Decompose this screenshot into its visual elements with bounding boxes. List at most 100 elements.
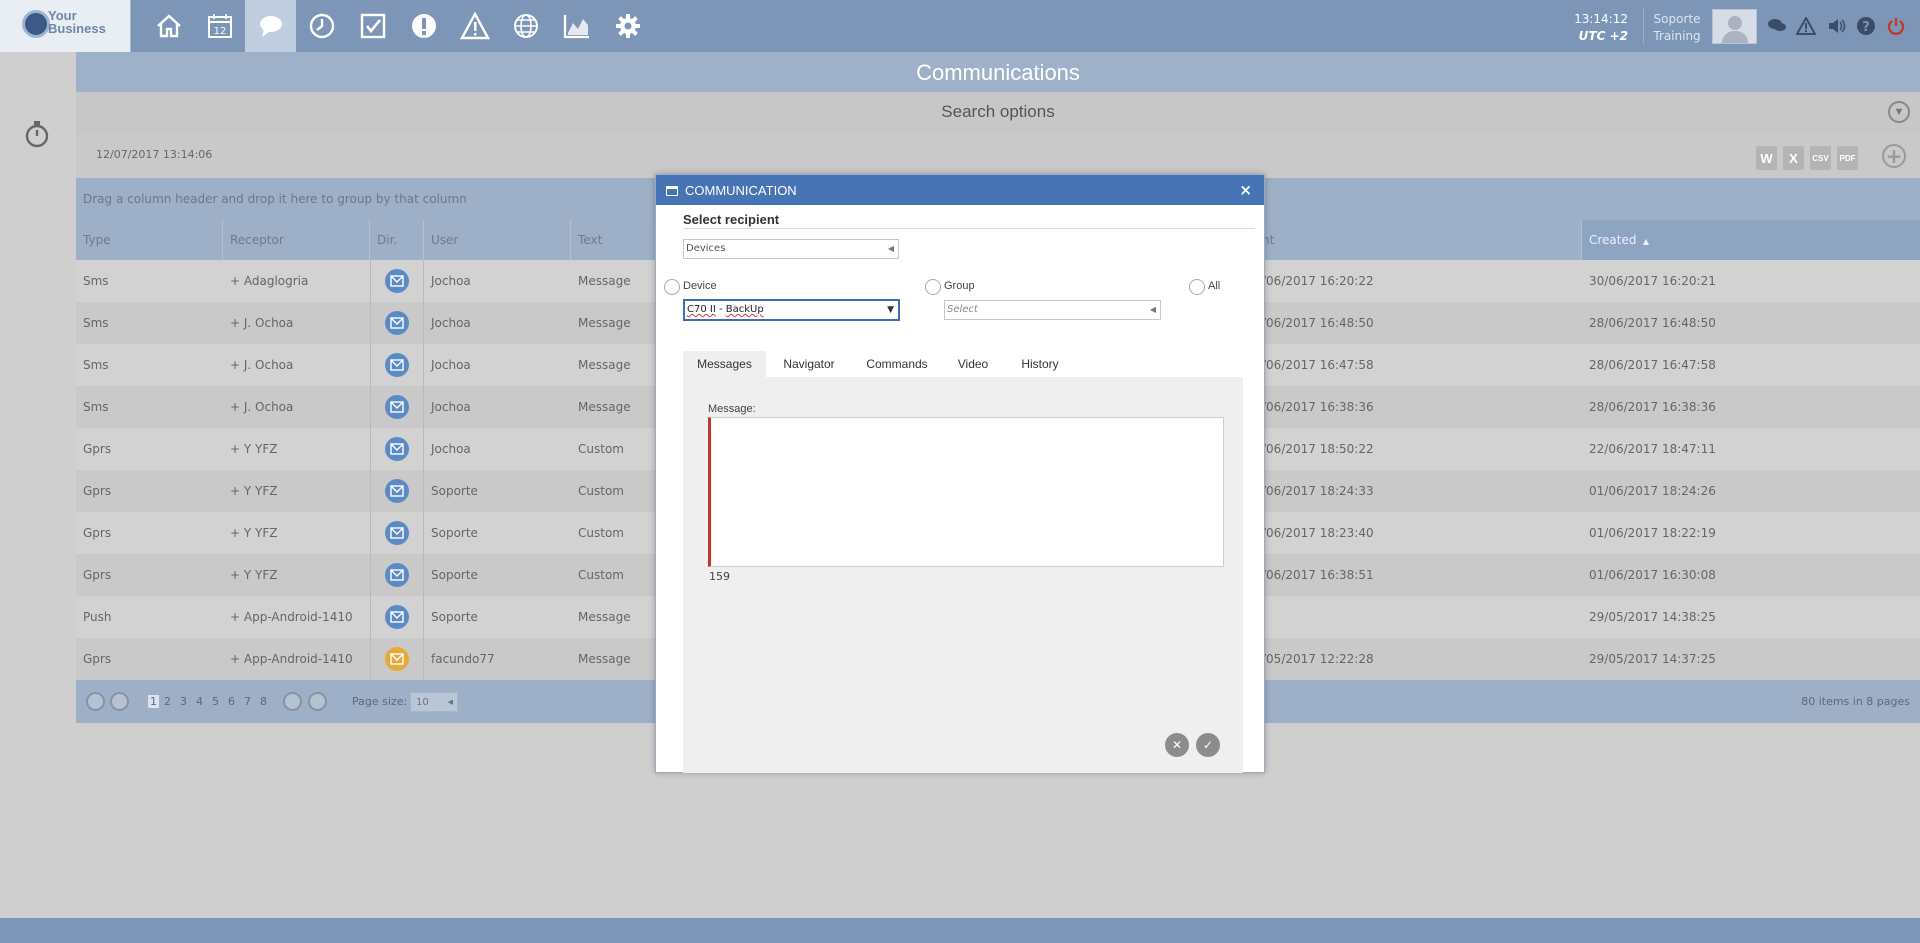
logo[interactable]: Your Business: [0, 0, 131, 52]
export-icons: W X CSV PDF: [1756, 146, 1858, 170]
group-select-placeholder: Select: [947, 304, 978, 315]
cell-dir: [370, 470, 424, 512]
warning-icon[interactable]: [1794, 14, 1818, 38]
tab-commands[interactable]: Commands: [852, 351, 942, 377]
cell-dir: [370, 596, 424, 638]
stopwatch-icon[interactable]: [24, 120, 50, 151]
divider: [683, 228, 1255, 229]
clock-icon[interactable]: [296, 0, 347, 52]
cell-receptor: + App-Android-1410: [230, 610, 353, 624]
device-radio[interactable]: [664, 279, 680, 295]
page-number[interactable]: 3: [180, 695, 187, 708]
pdf-export-icon[interactable]: PDF: [1837, 146, 1858, 170]
message-textarea[interactable]: [708, 417, 1224, 567]
envelope-icon: [385, 479, 409, 503]
globe-icon[interactable]: [500, 0, 551, 52]
page-number[interactable]: 2: [164, 695, 171, 708]
chevron-down-icon[interactable]: ▼: [1888, 101, 1910, 123]
left-rail: [0, 52, 76, 918]
word-export-icon[interactable]: W: [1756, 146, 1777, 170]
user-name-line2: Training: [1653, 29, 1701, 43]
power-icon[interactable]: [1884, 14, 1908, 38]
page-number[interactable]: 4: [196, 695, 203, 708]
dialog-title: COMMUNICATION: [685, 183, 797, 198]
device-value-part2: BackUp: [725, 304, 764, 315]
check-icon[interactable]: [347, 0, 398, 52]
page-size-value: 10: [416, 697, 429, 708]
column-header-user[interactable]: User: [424, 220, 571, 260]
page-size-label: Page size:: [352, 695, 408, 708]
page-number[interactable]: 6: [228, 695, 235, 708]
envelope-icon: [385, 605, 409, 629]
cell-created: 01/06/2017 18:24:26: [1589, 484, 1716, 498]
envelope-icon: [385, 521, 409, 545]
cell-type: Gprs: [83, 652, 112, 666]
cell-user: Soporte: [431, 568, 478, 582]
chart-icon[interactable]: [551, 0, 602, 52]
warning-icon[interactable]: [449, 0, 500, 52]
top-bar: Your Business 12 13:14:12 UTC +2 Soporte…: [0, 0, 1920, 52]
device-select[interactable]: C70 II - BackUp ▼: [683, 299, 900, 321]
confirm-button[interactable]: ✓: [1196, 733, 1220, 757]
column-header-type[interactable]: Type: [76, 220, 223, 260]
add-icon[interactable]: +: [1882, 144, 1906, 168]
close-icon[interactable]: ×: [1239, 181, 1252, 199]
avatar[interactable]: [1712, 9, 1757, 44]
chevron-down-icon: ▼: [887, 305, 894, 315]
last-page-button[interactable]: [308, 692, 327, 711]
tab-video[interactable]: Video: [942, 351, 1004, 377]
cancel-button[interactable]: ✕: [1165, 733, 1189, 757]
group-radio[interactable]: [925, 279, 941, 295]
previous-page-button[interactable]: [110, 692, 129, 711]
current-date: 12/07/2017 13:14:06: [96, 148, 213, 161]
help-icon[interactable]: ?: [1854, 14, 1878, 38]
cell-dir: [370, 386, 424, 428]
first-page-button[interactable]: [86, 692, 105, 711]
group-select[interactable]: Select ◀: [944, 300, 1161, 320]
cell-sent: /06/2017 16:38:51: [1262, 568, 1374, 582]
next-page-button[interactable]: [283, 692, 302, 711]
cell-receptor: + J. Ochoa: [230, 400, 294, 414]
recipient-type-select[interactable]: Devices ◀: [683, 239, 899, 259]
gear-icon[interactable]: [602, 0, 653, 52]
page-number[interactable]: 8: [260, 695, 267, 708]
envelope-icon: [385, 437, 409, 461]
page-number[interactable]: 5: [212, 695, 219, 708]
volume-icon[interactable]: [1825, 14, 1849, 38]
column-header-receptor[interactable]: Receptor: [223, 220, 370, 260]
chat-icon[interactable]: [245, 0, 296, 52]
cell-user: Jochoa: [431, 400, 471, 414]
tab-messages[interactable]: Messages: [683, 351, 766, 377]
device-value-part1: C70 II: [687, 304, 716, 315]
device-radio-label: Device: [683, 280, 717, 292]
page-size-select[interactable]: 10 ◀: [410, 692, 458, 712]
page-title: Communications: [76, 52, 1920, 92]
messages-icon[interactable]: [1765, 14, 1789, 38]
csv-export-icon[interactable]: CSV: [1810, 146, 1831, 170]
dialog-header[interactable]: COMMUNICATION ×: [656, 175, 1264, 205]
calendar-icon[interactable]: 12: [194, 0, 245, 52]
chevron-left-icon: ◀: [447, 698, 453, 706]
cell-user: Jochoa: [431, 316, 471, 330]
alert-icon[interactable]: [398, 0, 449, 52]
section-title: Select recipient: [683, 212, 780, 227]
tab-history[interactable]: History: [1004, 351, 1076, 377]
excel-export-icon[interactable]: X: [1783, 146, 1804, 170]
column-header-sent[interactable]: nt: [1255, 220, 1582, 260]
group-radio-label: Group: [944, 280, 975, 292]
cell-type: Gprs: [83, 484, 112, 498]
column-header-created[interactable]: Created ▲: [1582, 220, 1920, 260]
page-number[interactable]: 7: [244, 695, 251, 708]
home-icon[interactable]: [143, 0, 194, 52]
page-number[interactable]: 1: [148, 695, 159, 708]
search-options-bar[interactable]: Search options ▼: [76, 92, 1920, 132]
cell-dir: [370, 428, 424, 470]
column-header-dir[interactable]: Dir.: [370, 220, 424, 260]
avatar-body: [1722, 31, 1748, 43]
cell-created: 28/06/2017 16:48:50: [1589, 316, 1716, 330]
all-radio[interactable]: [1189, 279, 1205, 295]
timezone: UTC +2: [1578, 29, 1628, 43]
cell-dir: [370, 302, 424, 344]
user-name[interactable]: Soporte Training: [1652, 11, 1702, 45]
tab-navigator[interactable]: Navigator: [766, 351, 852, 377]
